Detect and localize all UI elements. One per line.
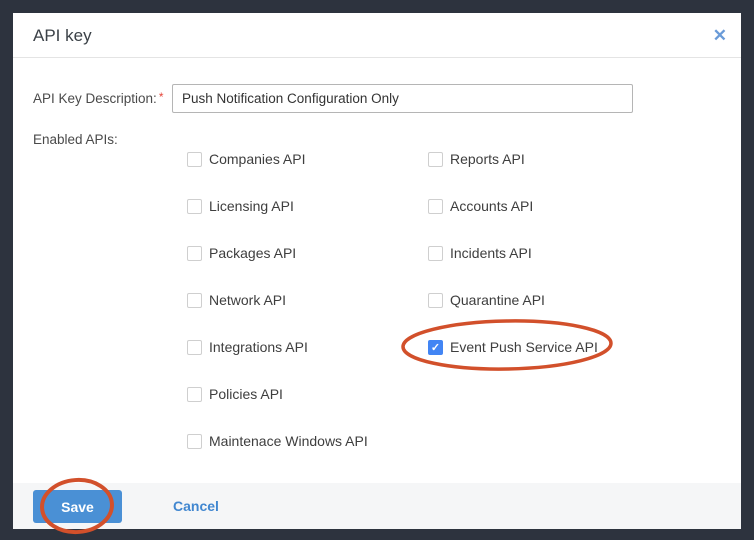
checkbox-event-push-service-api[interactable]: ✓ Event Push Service API [428, 339, 598, 355]
dialog-header: API key ✕ [13, 13, 741, 58]
close-icon: ✕ [713, 26, 727, 45]
checkbox-label: Accounts API [450, 198, 533, 214]
modal-backdrop: { "dialog": { "title": "API key" }, "ico… [0, 0, 754, 540]
unchecked-checkbox-icon [428, 246, 443, 261]
unchecked-checkbox-icon [187, 152, 202, 167]
checkbox-label: Policies API [209, 386, 283, 402]
description-label-text: API Key Description: [33, 91, 157, 106]
api-checkbox-column-left: Companies API Licensing API Packages API Ne… [187, 151, 368, 480]
checkbox-label: Reports API [450, 151, 525, 167]
unchecked-checkbox-icon [428, 293, 443, 308]
api-checkbox-column-right: Reports API Accounts API Incidents API Quar… [428, 151, 598, 386]
unchecked-checkbox-icon [428, 152, 443, 167]
unchecked-checkbox-icon [187, 293, 202, 308]
checkbox-policies-api[interactable]: Policies API [187, 386, 368, 402]
checked-checkbox-icon: ✓ [428, 340, 443, 355]
checkbox-companies-api[interactable]: Companies API [187, 151, 368, 167]
description-label: API Key Description:* [33, 84, 163, 113]
unchecked-checkbox-icon [187, 199, 202, 214]
checkbox-label: Integrations API [209, 339, 308, 355]
checkbox-maintenace-windows-api[interactable]: Maintenace Windows API [187, 433, 368, 449]
enabled-apis-label: Enabled APIs: [33, 132, 118, 147]
checkbox-label: Incidents API [450, 245, 532, 261]
dialog-title: API key [33, 13, 92, 58]
api-key-dialog: API key ✕ API Key Description:* Enabled … [13, 13, 741, 529]
checkbox-label: Maintenace Windows API [209, 433, 368, 449]
unchecked-checkbox-icon [187, 246, 202, 261]
checkbox-label: Event Push Service API [450, 339, 598, 355]
checkbox-incidents-api[interactable]: Incidents API [428, 245, 598, 261]
checkbox-label: Quarantine API [450, 292, 545, 308]
api-key-description-input[interactable] [172, 84, 633, 113]
cancel-link[interactable]: Cancel [173, 483, 219, 529]
checkbox-label: Companies API [209, 151, 306, 167]
checkbox-accounts-api[interactable]: Accounts API [428, 198, 598, 214]
unchecked-checkbox-icon [187, 387, 202, 402]
checkbox-label: Licensing API [209, 198, 294, 214]
required-asterisk: * [159, 90, 164, 104]
checkbox-packages-api[interactable]: Packages API [187, 245, 368, 261]
checkbox-licensing-api[interactable]: Licensing API [187, 198, 368, 214]
close-button[interactable]: ✕ [713, 13, 727, 58]
checkbox-reports-api[interactable]: Reports API [428, 151, 598, 167]
unchecked-checkbox-icon [428, 199, 443, 214]
checkbox-label: Packages API [209, 245, 296, 261]
checkbox-integrations-api[interactable]: Integrations API [187, 339, 368, 355]
checkbox-network-api[interactable]: Network API [187, 292, 368, 308]
checkbox-quarantine-api[interactable]: Quarantine API [428, 292, 598, 308]
save-button[interactable]: Save [33, 490, 122, 523]
dialog-footer: Save Cancel [13, 483, 741, 529]
checkbox-label: Network API [209, 292, 286, 308]
unchecked-checkbox-icon [187, 434, 202, 449]
unchecked-checkbox-icon [187, 340, 202, 355]
